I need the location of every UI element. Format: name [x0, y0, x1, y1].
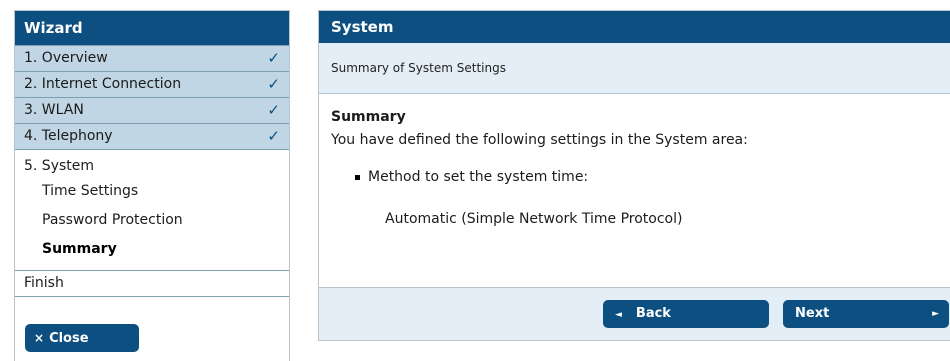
step-label: 3. WLAN [24, 102, 84, 118]
next-button[interactable]: Next ► [783, 300, 949, 328]
arrow-right-icon: ► [932, 309, 939, 319]
setting-value: Automatic (Simple Network Time Protocol) [385, 211, 683, 227]
sidebar-step-finish[interactable]: Finish [15, 270, 289, 297]
next-button-label: Next [795, 306, 830, 321]
summary-heading: Summary [331, 109, 406, 125]
panel-body: Summary You have defined the following s… [319, 94, 950, 287]
current-step-label: 5. System [24, 158, 95, 174]
sidebar-subitem-summary[interactable]: Summary [15, 235, 289, 264]
step-label: 2. Internet Connection [24, 76, 182, 92]
sidebar-title: Wizard [15, 11, 289, 45]
back-button-label: Back [635, 306, 671, 321]
close-button[interactable]: × Close [25, 324, 139, 352]
sidebar-step-telephony[interactable]: 4. Telephony ✓ [15, 123, 289, 149]
sidebar-step-internet-connection[interactable]: 2. Internet Connection ✓ [15, 71, 289, 97]
checkmark-icon: ✓ [267, 49, 280, 67]
back-button[interactable]: ◄ Back [603, 300, 769, 328]
sidebar-step-overview[interactable]: 1. Overview ✓ [15, 45, 289, 71]
bullet-icon [355, 174, 360, 180]
sidebar-subitem-time-settings[interactable]: Time Settings [15, 177, 289, 206]
setting-item: Method to set the system time: [331, 167, 938, 187]
sidebar-current-step: 5. System Time Settings Password Protect… [15, 149, 289, 270]
system-panel: System Summary of System Settings Summar… [318, 10, 950, 341]
checkmark-icon: ✓ [267, 101, 280, 119]
panel-title: System [319, 11, 950, 43]
setting-label: Method to set the system time: [368, 169, 589, 185]
wizard-sidebar: Wizard 1. Overview ✓ 2. Internet Connect… [14, 10, 290, 361]
sidebar-step-wlan[interactable]: 3. WLAN ✓ [15, 97, 289, 123]
panel-subtitle: Summary of System Settings [319, 43, 950, 94]
panel-footer: ◄ Back Next ► [319, 287, 950, 340]
step-label: 1. Overview [24, 50, 108, 66]
arrow-left-icon: ◄ [615, 310, 622, 320]
close-icon: × [34, 331, 45, 345]
checkmark-icon: ✓ [267, 75, 280, 93]
close-button-label: Close [49, 331, 89, 346]
step-label: 4. Telephony [24, 128, 113, 144]
summary-intro: You have defined the following settings … [331, 132, 748, 148]
checkmark-icon: ✓ [267, 127, 280, 145]
sidebar-subitem-password-protection[interactable]: Password Protection [15, 206, 289, 235]
